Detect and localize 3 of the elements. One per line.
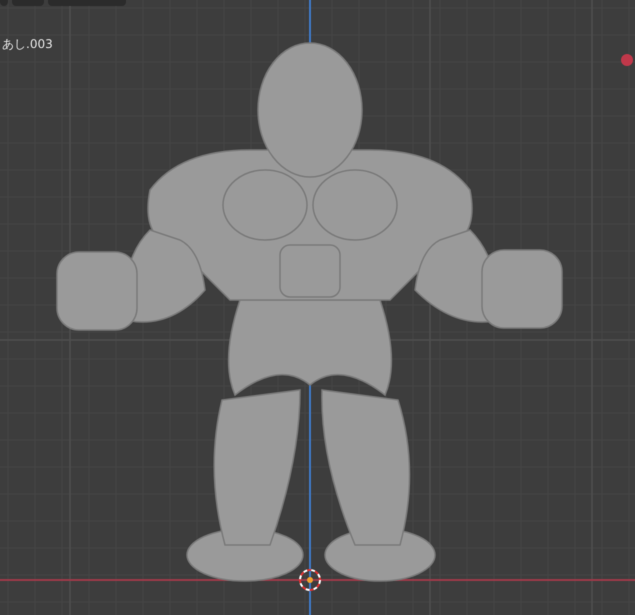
3d-cursor-icon[interactable] [299,569,321,591]
record-dot-icon [621,54,633,66]
object-name-label: あし.003 [2,36,53,53]
